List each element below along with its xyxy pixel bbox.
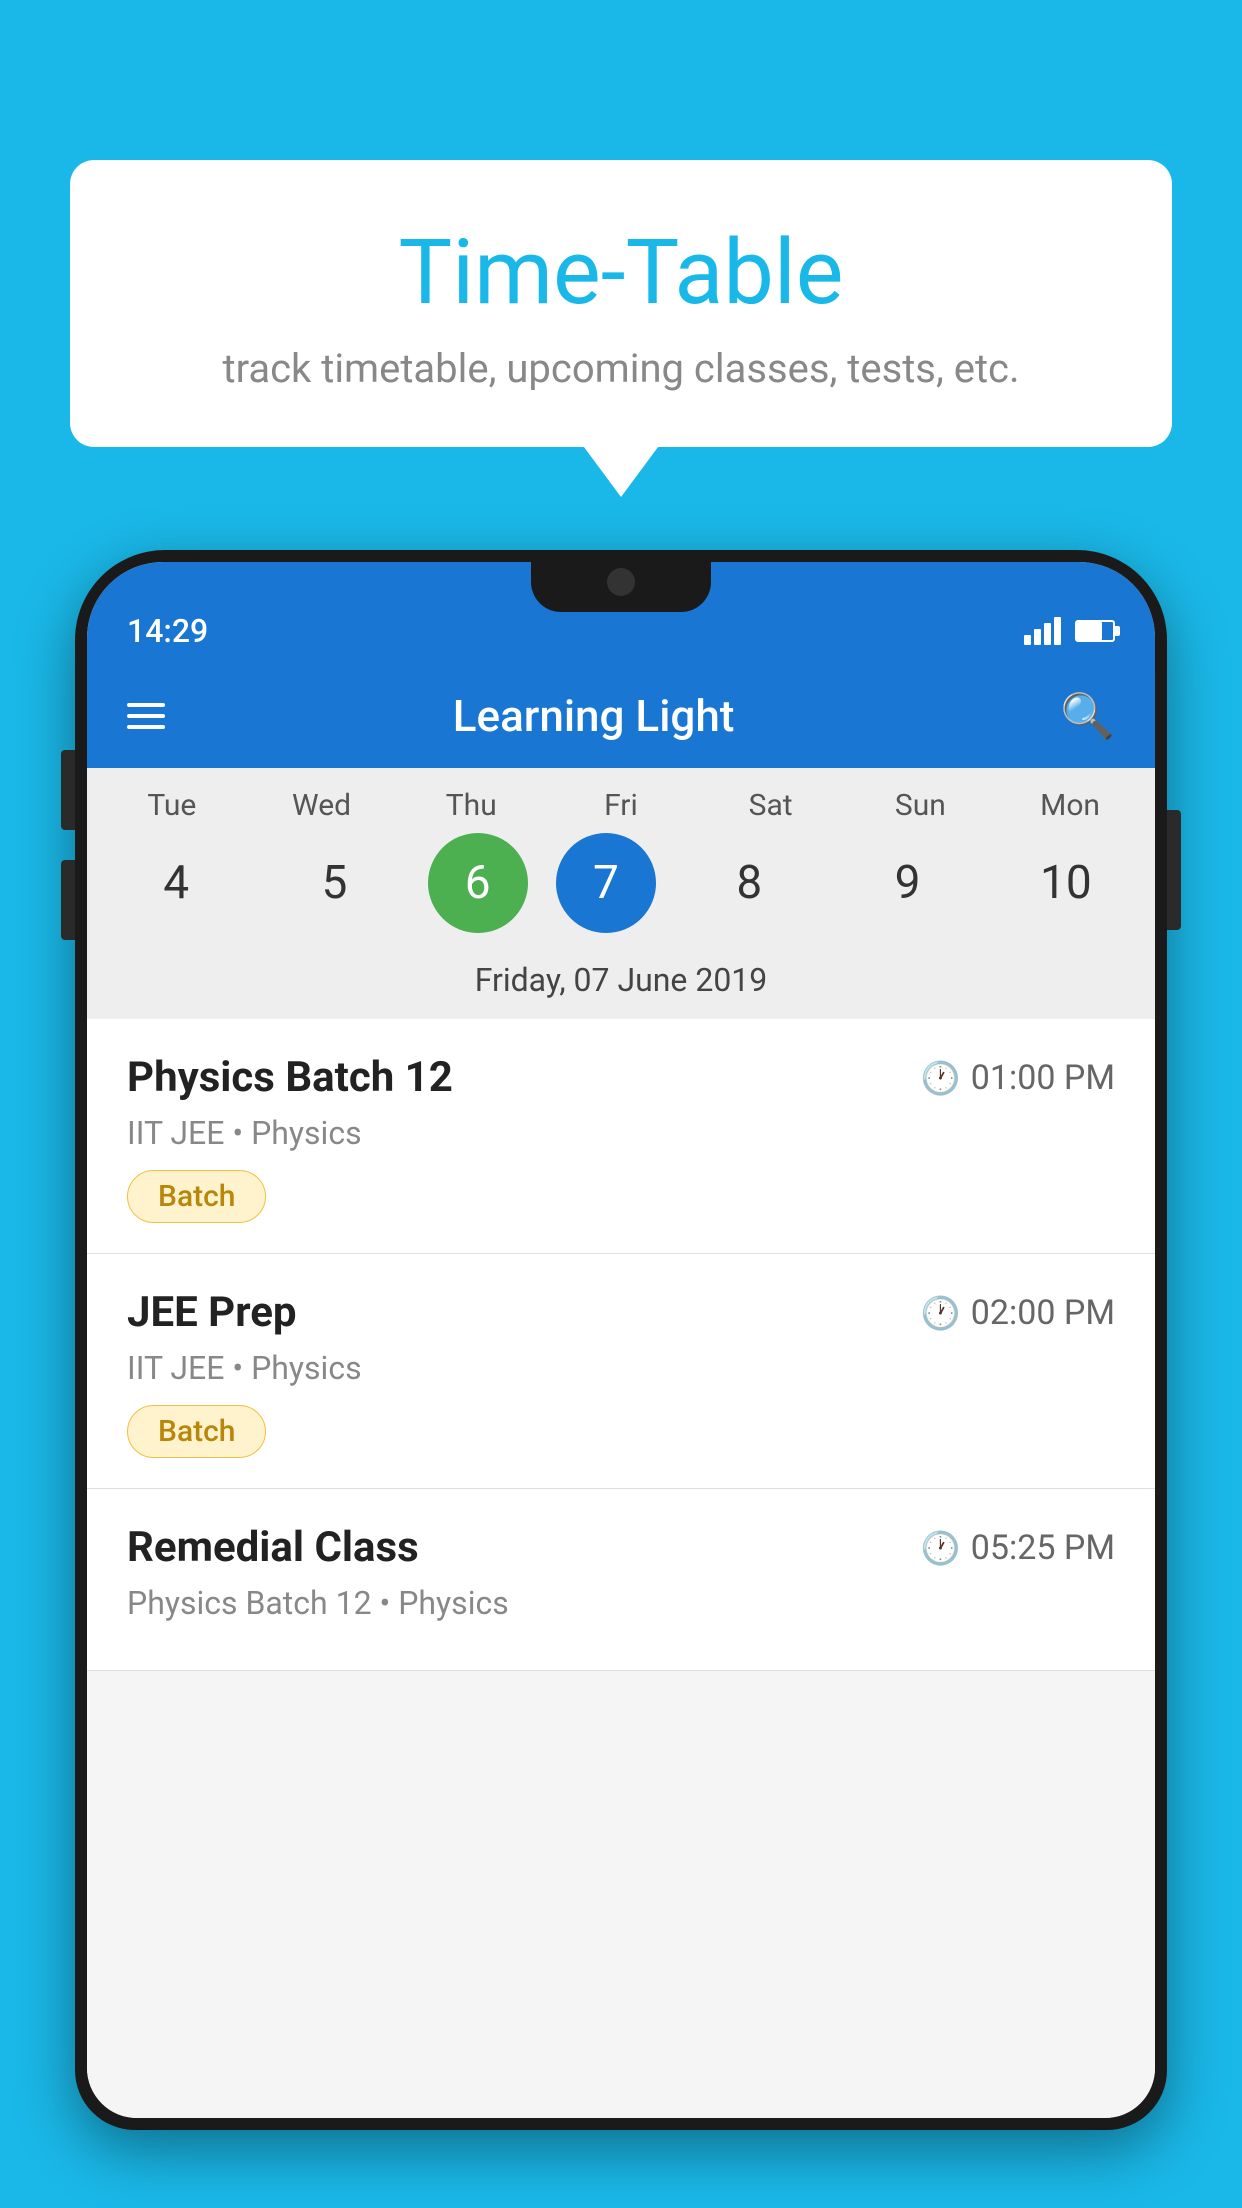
- clock-icon-2: 🕐: [921, 1294, 961, 1332]
- day-6-today[interactable]: 6: [428, 833, 528, 933]
- day-header-sat: Sat: [706, 788, 836, 823]
- schedule-item-time-3: 🕐 05:25 PM: [921, 1528, 1115, 1568]
- schedule-item-time-value-1: 01:00 PM: [971, 1058, 1115, 1098]
- speech-bubble-container: Time-Table track timetable, upcoming cla…: [70, 160, 1172, 447]
- day-numbers: 4 5 6 7 8 9 10: [97, 833, 1145, 933]
- selected-date-label: Friday, 07 June 2019: [97, 947, 1145, 1019]
- day-8[interactable]: 8: [684, 833, 814, 933]
- phone-button-power: [1167, 810, 1181, 930]
- battery-icon: [1075, 620, 1115, 642]
- speech-bubble: Time-Table track timetable, upcoming cla…: [70, 160, 1172, 447]
- schedule-item-title-2: JEE Prep: [127, 1288, 297, 1337]
- calendar-strip: Tue Wed Thu Fri Sat Sun Mon 4 5 6 7 8 9 …: [87, 768, 1155, 1019]
- schedule-item-title-3: Remedial Class: [127, 1523, 419, 1572]
- schedule-item-header-1: Physics Batch 12 🕐 01:00 PM: [127, 1053, 1115, 1102]
- batch-tag-1: Batch: [127, 1170, 266, 1223]
- schedule-item-time-value-2: 02:00 PM: [971, 1293, 1115, 1333]
- schedule-item-subtitle-1: IIT JEE • Physics: [127, 1114, 1115, 1152]
- schedule-item-remedial-class[interactable]: Remedial Class 🕐 05:25 PM Physics Batch …: [87, 1489, 1155, 1671]
- day-10[interactable]: 10: [1001, 833, 1131, 933]
- schedule-item-time-2: 🕐 02:00 PM: [921, 1293, 1115, 1333]
- status-icons: [1024, 617, 1115, 645]
- schedule-list: Physics Batch 12 🕐 01:00 PM IIT JEE • Ph…: [87, 1019, 1155, 2118]
- day-header-fri: Fri: [556, 788, 686, 823]
- phone-screen: 14:29: [87, 562, 1155, 2118]
- day-9[interactable]: 9: [843, 833, 973, 933]
- app-bar: Learning Light 🔍: [87, 664, 1155, 768]
- schedule-item-header-3: Remedial Class 🕐 05:25 PM: [127, 1523, 1115, 1572]
- bubble-subtitle: track timetable, upcoming classes, tests…: [110, 345, 1132, 392]
- schedule-item-subtitle-2: IIT JEE • Physics: [127, 1349, 1115, 1387]
- phone-button-volume-down: [61, 860, 75, 940]
- day-4[interactable]: 4: [111, 833, 241, 933]
- day-headers: Tue Wed Thu Fri Sat Sun Mon: [97, 788, 1145, 823]
- schedule-item-time-value-3: 05:25 PM: [971, 1528, 1115, 1568]
- day-header-sun: Sun: [855, 788, 985, 823]
- schedule-item-physics-batch-12[interactable]: Physics Batch 12 🕐 01:00 PM IIT JEE • Ph…: [87, 1019, 1155, 1254]
- schedule-item-jee-prep[interactable]: JEE Prep 🕐 02:00 PM IIT JEE • Physics Ba…: [87, 1254, 1155, 1489]
- hamburger-menu-icon[interactable]: [127, 703, 165, 729]
- day-header-tue: Tue: [107, 788, 237, 823]
- search-icon[interactable]: 🔍: [1060, 690, 1115, 742]
- app-title: Learning Light: [165, 690, 1022, 742]
- batch-tag-2: Batch: [127, 1405, 266, 1458]
- phone-button-volume-up: [61, 750, 75, 830]
- schedule-item-time-1: 🕐 01:00 PM: [921, 1058, 1115, 1098]
- schedule-item-header-2: JEE Prep 🕐 02:00 PM: [127, 1288, 1115, 1337]
- day-5[interactable]: 5: [269, 833, 399, 933]
- schedule-item-title-1: Physics Batch 12: [127, 1053, 453, 1102]
- clock-icon-1: 🕐: [921, 1059, 961, 1097]
- clock-icon-3: 🕐: [921, 1529, 961, 1567]
- signal-bars-icon: [1024, 617, 1061, 645]
- bubble-title: Time-Table: [110, 220, 1132, 325]
- phone-camera: [607, 568, 635, 596]
- schedule-item-subtitle-3: Physics Batch 12 • Physics: [127, 1584, 1115, 1622]
- phone-frame: 14:29: [75, 550, 1167, 2130]
- day-7-selected[interactable]: 7: [556, 833, 656, 933]
- phone-container: 14:29: [75, 550, 1167, 2208]
- day-header-thu: Thu: [406, 788, 536, 823]
- day-header-mon: Mon: [1005, 788, 1135, 823]
- status-time: 14:29: [127, 612, 208, 650]
- day-header-wed: Wed: [257, 788, 387, 823]
